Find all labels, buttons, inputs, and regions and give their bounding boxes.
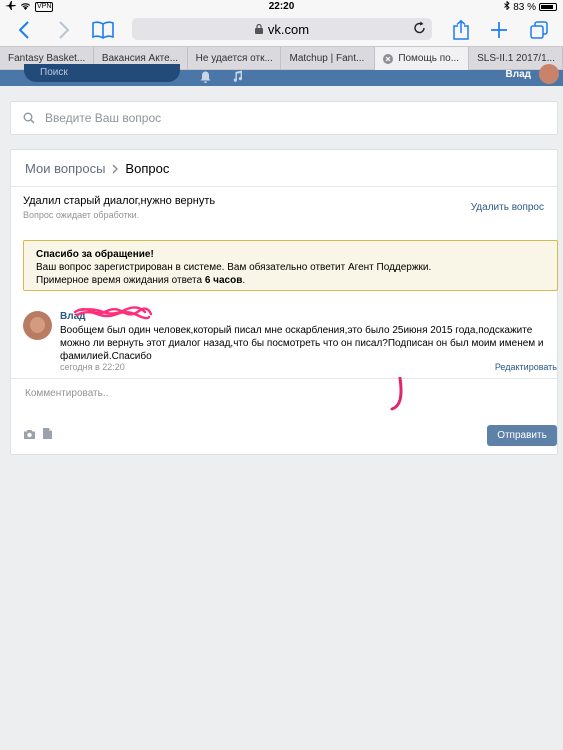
comment-input[interactable] — [25, 388, 365, 399]
divider — [11, 378, 557, 379]
browser-tab[interactable]: Не удается отк... — [188, 47, 282, 70]
send-button[interactable]: Отправить — [487, 425, 557, 446]
tab-label: Помощь по... — [398, 53, 460, 64]
new-tab-icon[interactable] — [488, 17, 510, 43]
status-bar: VPN 22:20 83 % — [0, 0, 563, 14]
tab-label: Не удается отк... — [195, 53, 273, 64]
battery-percent: 83 % — [513, 1, 536, 13]
url-text: vk.com — [267, 21, 310, 37]
breadcrumb: Мои вопросы Вопрос — [25, 161, 169, 176]
tab-label: Matchup | Fant... — [289, 53, 365, 64]
tabs-icon[interactable] — [528, 17, 550, 43]
edit-link[interactable]: Редактировать — [495, 362, 557, 372]
address-bar[interactable]: vk.com — [132, 18, 432, 40]
browser-tab-active[interactable]: Помощь по... — [375, 47, 470, 70]
notice-line-2: Примерное время ожидания ответа 6 часов. — [36, 274, 557, 287]
notice-line-2-prefix: Примерное время ожидания ответа — [36, 275, 205, 286]
music-icon[interactable] — [232, 69, 243, 87]
bookmarks-icon[interactable] — [90, 17, 116, 43]
browser-tab[interactable]: Matchup | Fant... — [281, 47, 376, 70]
question-card: Мои вопросы Вопрос Удалил старый диалог,… — [10, 149, 558, 455]
vk-search-field[interactable]: Поиск — [24, 64, 180, 82]
reload-icon[interactable] — [413, 21, 426, 35]
clock: 22:20 — [268, 1, 295, 12]
tab-label: Fantasy Basket... — [8, 53, 86, 64]
forward-icon[interactable] — [54, 17, 74, 43]
vk-header: Поиск Влад — [0, 64, 563, 88]
notice-title: Спасибо за обращение! — [36, 249, 154, 260]
search-icon — [23, 112, 35, 124]
avatar[interactable] — [23, 311, 52, 340]
notice-line-1: Ваш вопрос зарегистрирован в системе. Ва… — [36, 262, 432, 273]
pink-scribble-redaction — [73, 306, 153, 320]
delete-question-link[interactable]: Удалить вопрос — [471, 202, 544, 213]
thank-you-notice: Спасибо за обращение! Ваш вопрос зарегис… — [23, 240, 558, 291]
chevron-right-icon — [112, 164, 119, 174]
tab-label: Вакансия Акте... — [101, 53, 179, 64]
share-icon[interactable] — [450, 17, 472, 43]
message-time: сегодня в 22:20 — [60, 362, 125, 372]
question-title: Удалил старый диалог,нужно вернуть — [23, 195, 216, 207]
notice-line-2-suffix: . — [242, 275, 246, 286]
browser-toolbar: vk.com — [0, 14, 563, 46]
vk-search-label: Поиск — [40, 67, 68, 78]
bell-icon[interactable] — [200, 70, 211, 88]
vk-user-name[interactable]: Влад — [506, 69, 531, 80]
tab-label: SLS-II.1 2017/1... — [477, 53, 555, 64]
bluetooth-icon — [504, 0, 510, 13]
breadcrumb-current: Вопрос — [125, 161, 170, 176]
avatar[interactable] — [539, 64, 559, 84]
document-icon[interactable] — [43, 428, 52, 439]
back-icon[interactable] — [14, 17, 34, 43]
wait-time: 6 часов — [204, 275, 243, 286]
battery-icon — [539, 3, 557, 11]
ask-question-input[interactable] — [45, 111, 525, 125]
camera-icon[interactable] — [23, 429, 36, 440]
message-text: Вообщем был один человек,который писал м… — [60, 325, 544, 362]
lock-icon — [254, 24, 263, 34]
status-right: 83 % — [504, 0, 557, 13]
ask-question-box — [10, 101, 558, 135]
question-status: Вопрос ожидает обработки. — [23, 210, 140, 220]
divider — [11, 186, 557, 187]
breadcrumb-my-questions[interactable]: Мои вопросы — [25, 161, 105, 176]
close-tab-icon[interactable] — [383, 53, 394, 64]
pink-pen-mark — [390, 377, 403, 411]
